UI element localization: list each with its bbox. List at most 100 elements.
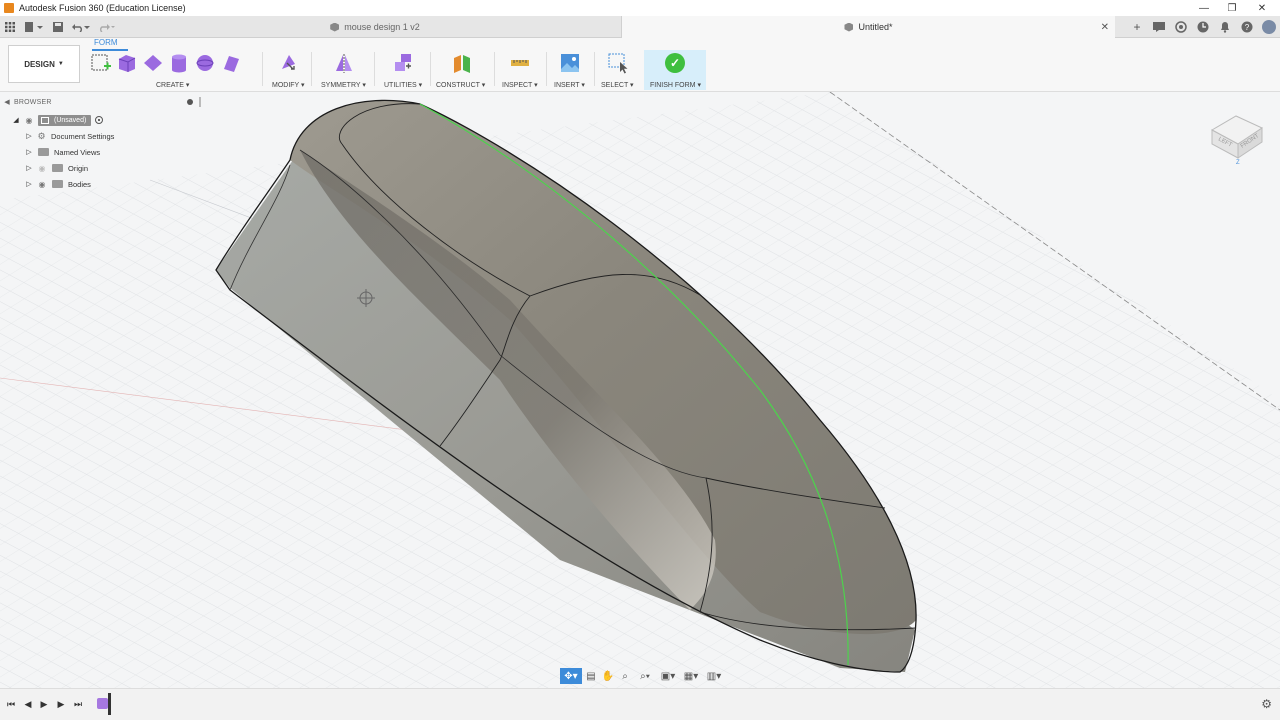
construct-group: CONSTRUCT ▾ [436, 50, 488, 90]
plane-form-icon[interactable] [142, 52, 164, 74]
browser-title: BROWSER [14, 98, 52, 106]
construct-menu[interactable]: CONSTRUCT ▾ [436, 81, 485, 89]
go-to-end-icon[interactable]: ⏭ [72, 698, 84, 710]
expand-triangle-icon[interactable]: ▷ [25, 132, 33, 140]
component-icon [330, 22, 340, 32]
document-tab-bar: mouse design 1 v2 Untitled* ✕ + ? [0, 16, 1280, 38]
select-menu[interactable]: SELECT ▾ [601, 81, 634, 89]
symmetry-menu[interactable]: SYMMETRY ▾ [321, 81, 366, 89]
svg-text:Z: Z [1236, 160, 1240, 166]
viewports-icon[interactable]: ▥▾ [703, 668, 725, 684]
mirror-symmetry-icon[interactable] [333, 52, 355, 74]
job-status-icon[interactable] [1148, 16, 1170, 38]
inspect-menu[interactable]: INSPECT ▾ [502, 81, 538, 89]
job-clock-icon[interactable] [1192, 16, 1214, 38]
utilities-group: UTILITIES ▾ [380, 50, 426, 90]
timeline-settings-gear-icon[interactable]: ⚙ [1261, 697, 1272, 711]
display-settings-icon[interactable]: ▣▾ [657, 668, 679, 684]
user-avatar[interactable] [1258, 16, 1280, 38]
finish-form-button[interactable]: ✓ FINISH FORM ▾ [644, 50, 706, 90]
construct-plane-icon[interactable] [451, 52, 473, 74]
pan-icon[interactable]: ✋ [600, 668, 616, 684]
component-icon [41, 116, 49, 124]
fusion-app-icon [4, 3, 14, 13]
modify-menu[interactable]: MODIFY ▾ [272, 81, 305, 89]
navigation-bar: ✥▾ ▤ ✋ ⌕ ⌕▾ ▣▾ ▦▾ ▥▾ [560, 667, 725, 685]
grid-icon[interactable]: ▦▾ [680, 668, 702, 684]
help-icon[interactable]: ? [1236, 16, 1258, 38]
tab-untitled[interactable]: Untitled* ✕ [621, 16, 1115, 38]
component-icon [844, 22, 854, 32]
restore-button[interactable]: ❐ [1216, 0, 1248, 16]
form-feature-icon[interactable] [97, 698, 108, 709]
expand-triangle-icon[interactable]: ▷ [25, 180, 33, 188]
step-forward-icon[interactable]: ▶ [55, 698, 67, 710]
edit-form-icon[interactable] [277, 52, 299, 74]
browser-item-origin[interactable]: ▷ ◉ Origin [25, 160, 88, 176]
quadball-form-icon[interactable] [220, 52, 242, 74]
zoom-icon[interactable]: ⌕ [617, 668, 633, 684]
visibility-eye-icon[interactable]: ◉ [37, 180, 47, 189]
timeline-marker[interactable] [108, 693, 111, 715]
browser-item-named-views[interactable]: ▷ Named Views [25, 144, 100, 160]
cylinder-form-icon[interactable] [168, 52, 190, 74]
browser-root[interactable]: ◢ ◉ (Unsaved) [12, 112, 104, 128]
zoom-window-icon[interactable]: ⌕▾ [634, 668, 656, 684]
close-tab-icon[interactable]: ✕ [1101, 22, 1109, 33]
sphere-form-icon[interactable] [194, 52, 216, 74]
finish-check-icon: ✓ [665, 53, 685, 73]
notifications-bell-icon[interactable] [1214, 16, 1236, 38]
expand-triangle-icon[interactable]: ▷ [25, 148, 33, 156]
select-window-icon[interactable] [607, 52, 629, 74]
utilities-icon[interactable] [392, 52, 414, 74]
look-at-icon[interactable]: ▤ [583, 668, 599, 684]
timeline: ⏮ ◀ ▶ ▶ ⏭ ⚙ [0, 688, 1280, 720]
svg-text:?: ? [1245, 23, 1250, 32]
browser-pin-icon[interactable] [187, 99, 193, 105]
data-panel-grid-icon[interactable] [0, 17, 20, 37]
new-tab-icon[interactable]: + [1126, 16, 1148, 38]
measure-icon[interactable] [509, 52, 531, 74]
extensions-icon[interactable] [1170, 16, 1192, 38]
box-form-icon[interactable] [90, 52, 112, 74]
orbit-icon[interactable]: ✥▾ [560, 668, 582, 684]
inspect-group: INSPECT ▾ [500, 50, 540, 90]
step-back-icon[interactable]: ◀ [22, 698, 34, 710]
ribbon-toolbar: DESIGN ▼ FORM CREATE ▾ MODIFY ▾ SYMMETRY… [0, 38, 1280, 92]
browser-panel: ◀ BROWSER ◢ ◉ (Unsaved) ▷ ⚙ Document Set… [0, 94, 202, 194]
folder-icon [52, 164, 63, 172]
window-title: Autodesk Fusion 360 (Education License) [19, 3, 186, 13]
insert-image-icon[interactable] [559, 52, 581, 74]
create-menu[interactable]: CREATE ▾ [156, 81, 189, 89]
collapse-triangle-icon[interactable]: ◢ [12, 116, 20, 124]
select-group: SELECT ▾ [600, 50, 636, 90]
utilities-menu[interactable]: UTILITIES ▾ [384, 81, 422, 89]
viewcube[interactable]: LEFT FRONT Z [1206, 100, 1268, 166]
visibility-eye-icon[interactable]: ◉ [24, 116, 34, 125]
close-window-button[interactable]: ✕ [1246, 0, 1278, 16]
save-icon[interactable] [48, 17, 68, 37]
file-menu-icon[interactable] [20, 17, 48, 37]
activate-radio-icon[interactable] [95, 116, 104, 124]
cube-form-icon[interactable] [116, 52, 138, 74]
gear-icon: ⚙ [37, 130, 46, 141]
tab-mouse-design[interactable]: mouse design 1 v2 [130, 16, 620, 38]
workspace-switcher[interactable]: DESIGN ▼ [8, 45, 80, 83]
insert-group: INSERT ▾ [552, 50, 588, 90]
undo-icon[interactable] [68, 17, 94, 37]
collapse-browser-icon[interactable]: ◀ [0, 98, 14, 106]
folder-icon [52, 180, 63, 188]
redo-icon[interactable] [94, 17, 120, 37]
expand-triangle-icon[interactable]: ▷ [25, 164, 33, 172]
modify-group: MODIFY ▾ [268, 50, 308, 90]
play-icon[interactable]: ▶ [38, 698, 50, 710]
chevron-down-icon: ▼ [57, 61, 64, 67]
visibility-eye-icon[interactable]: ◉ [37, 164, 47, 173]
symmetry-group: SYMMETRY ▾ [318, 50, 370, 90]
go-to-start-icon[interactable]: ⏮ [5, 698, 17, 710]
browser-resize-handle[interactable] [199, 97, 201, 107]
browser-item-document-settings[interactable]: ▷ ⚙ Document Settings [25, 128, 114, 144]
browser-item-bodies[interactable]: ▷ ◉ Bodies [25, 176, 91, 192]
insert-menu[interactable]: INSERT ▾ [554, 81, 585, 89]
tab-form[interactable]: FORM [94, 38, 118, 47]
